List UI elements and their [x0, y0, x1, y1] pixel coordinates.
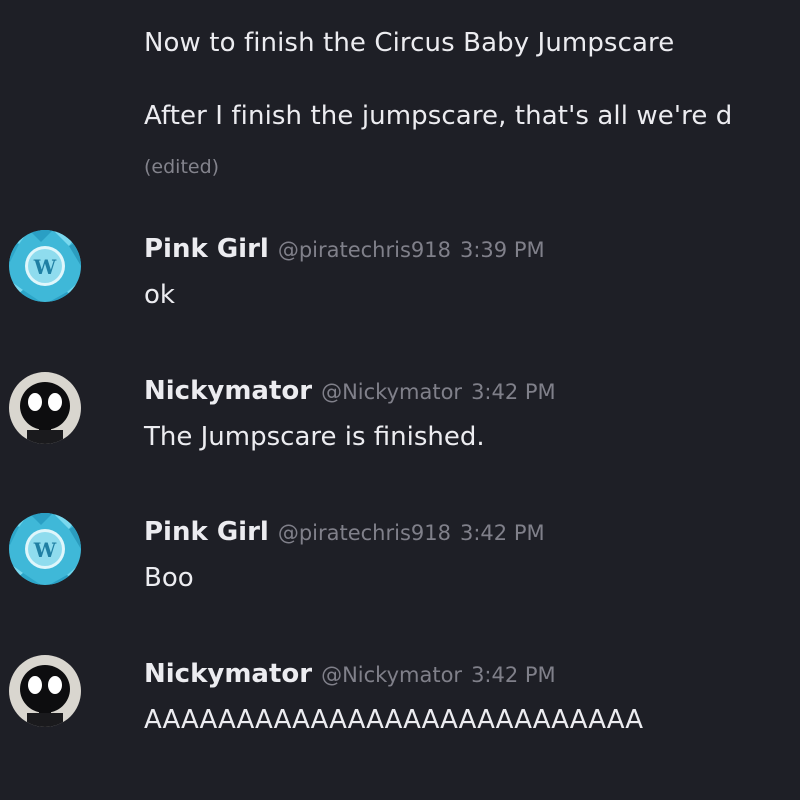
nickymator-avatar[interactable] [9, 655, 81, 727]
message-text: ok [144, 280, 175, 310]
username[interactable]: Nickymator [144, 659, 312, 689]
pink-girl-avatar[interactable]: W [9, 230, 81, 302]
message-item: Nickymator @Nickymator 3:42 PM AAAAAAAAA… [0, 655, 800, 765]
username[interactable]: Pink Girl [144, 234, 269, 264]
nickymator-avatar[interactable] [9, 372, 81, 444]
message-text: Now to finish the Circus Baby Jumpscare [144, 28, 675, 58]
message-header: Pink Girl @piratechris918 3:42 PM [144, 517, 545, 547]
user-handle: @piratechris918 [277, 238, 451, 262]
username[interactable]: Pink Girl [144, 517, 269, 547]
message-header: Nickymator @Nickymator 3:42 PM [144, 659, 556, 689]
message-timestamp: 3:39 PM [459, 238, 545, 262]
user-handle: @Nickymator [321, 663, 463, 687]
message-timestamp: 3:42 PM [459, 521, 545, 545]
pink-girl-avatar[interactable]: W [9, 513, 81, 585]
message-text: AAAAAAAAAAAAAAAAAAAAAAAAAAA [144, 705, 644, 735]
message-text: Boo [144, 563, 194, 593]
message-header: Pink Girl @piratechris918 3:39 PM [144, 234, 545, 264]
chat-message-list: Now to finish the Circus Baby Jumpscare … [0, 0, 800, 800]
message-timestamp: 3:42 PM [471, 380, 556, 404]
message-text: After I finish the jumpscare, that's all… [144, 101, 733, 131]
svg-text:W: W [33, 538, 57, 562]
message-timestamp: 3:42 PM [471, 663, 556, 687]
user-handle: @Nickymator [321, 380, 463, 404]
message-item: W Pink Girl @piratechris918 3:39 PM ok [0, 230, 800, 340]
edited-label: (edited) [144, 156, 220, 178]
username[interactable]: Nickymator [144, 376, 312, 406]
message-item: Nickymator @Nickymator 3:42 PM The Jumps… [0, 372, 800, 482]
svg-text:W: W [33, 255, 57, 279]
message-text: The Jumpscare is finished. [144, 422, 485, 452]
message-item: W Pink Girl @piratechris918 3:42 PM Boo [0, 513, 800, 623]
user-handle: @piratechris918 [277, 521, 451, 545]
message-header: Nickymator @Nickymator 3:42 PM [144, 376, 556, 406]
